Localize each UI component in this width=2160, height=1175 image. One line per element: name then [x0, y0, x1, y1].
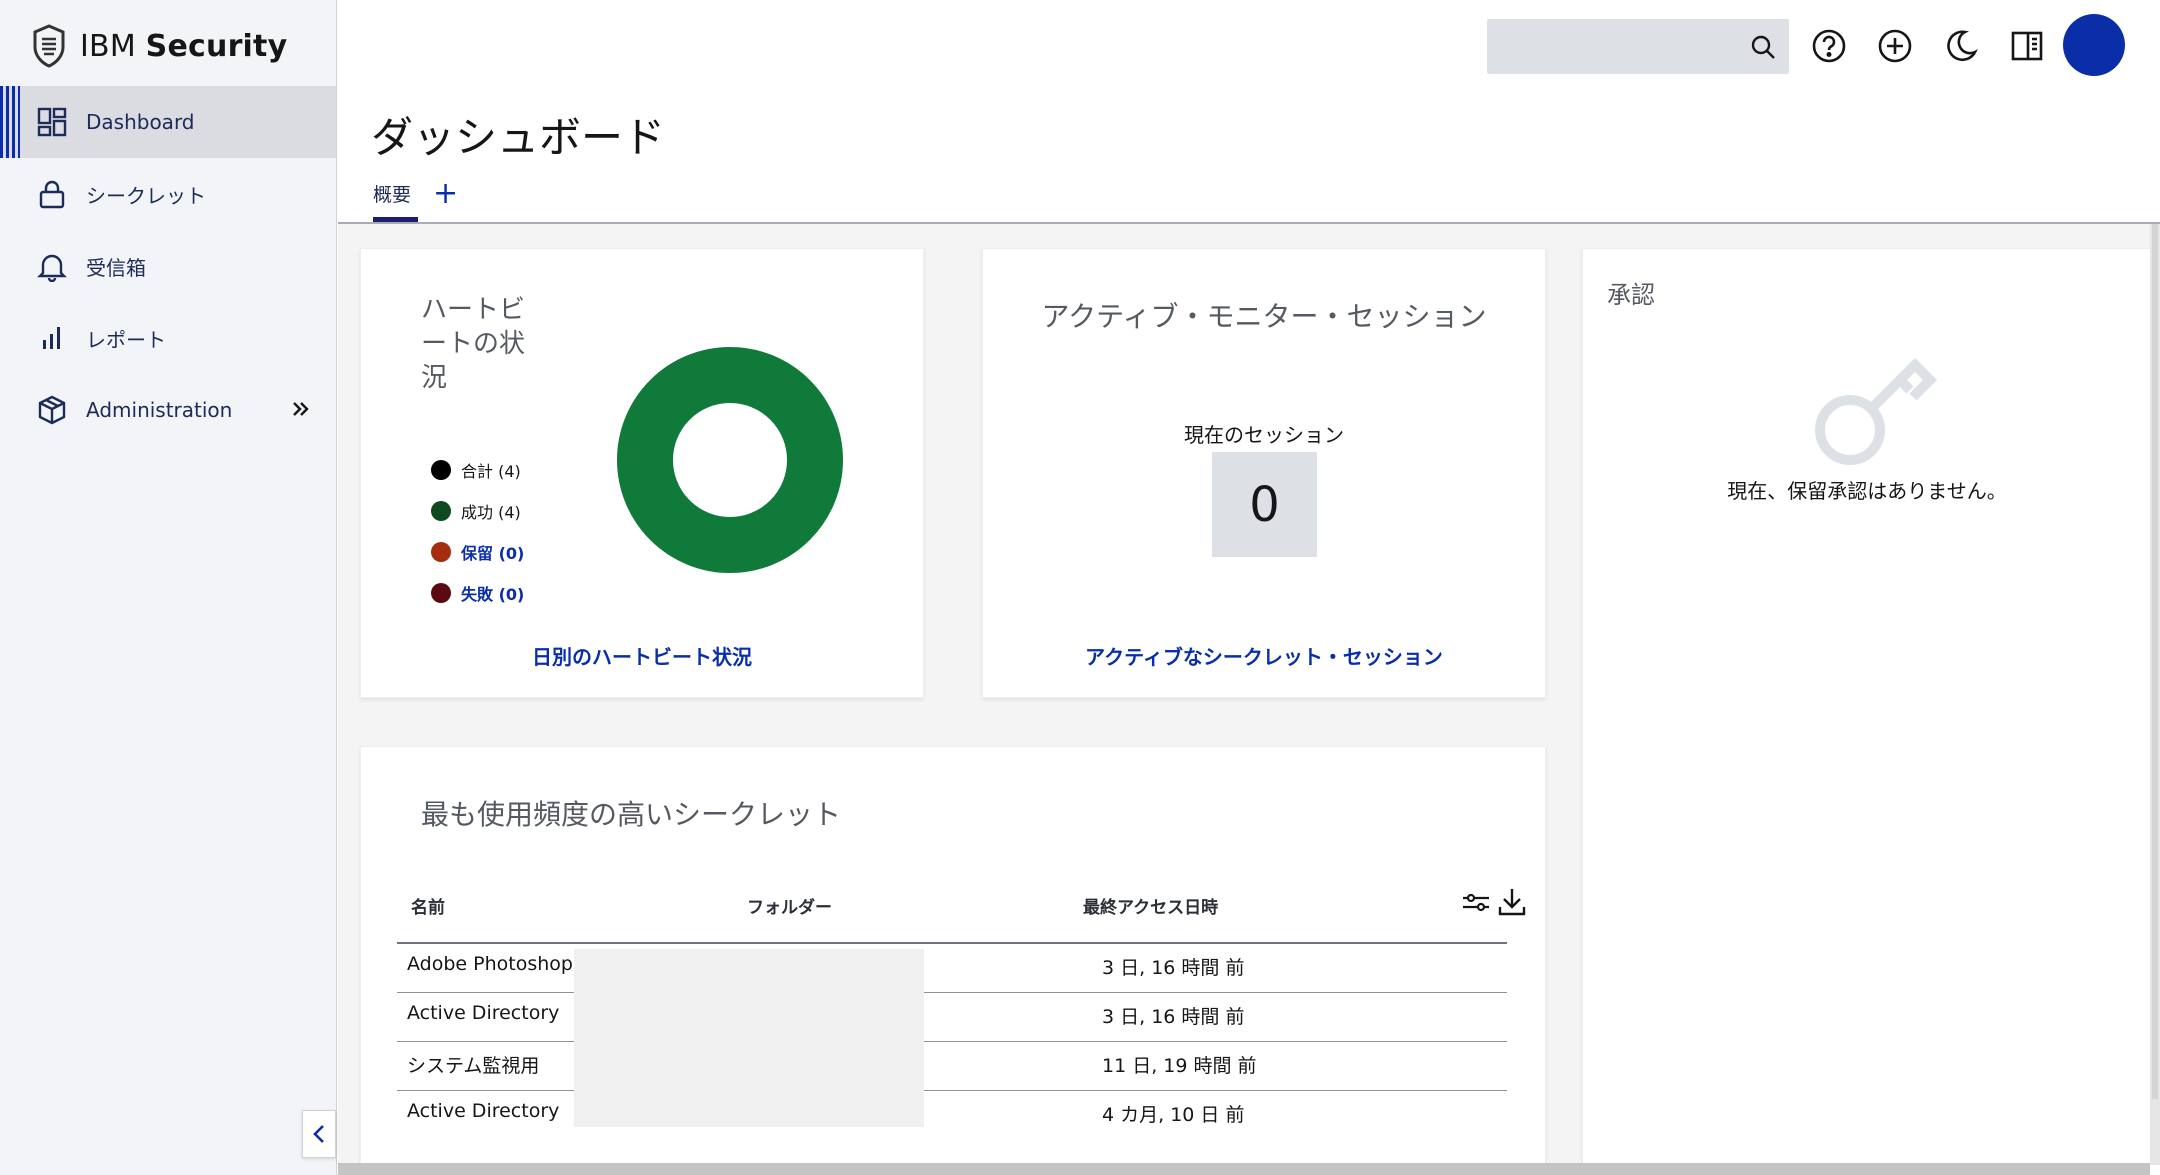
- horizontal-scrollbar[interactable]: [338, 1163, 2150, 1175]
- sidebar-item-secrets[interactable]: シークレット: [0, 158, 336, 230]
- cube-icon: [38, 395, 66, 425]
- brand-prefix: IBM: [80, 28, 136, 64]
- heartbeat-title-line: 況: [421, 363, 448, 393]
- legend-label: 合計 (4): [461, 461, 521, 481]
- current-session-count: 0: [1212, 452, 1317, 557]
- scrollbar-thumb[interactable]: [2152, 224, 2158, 1099]
- page-title: ダッシュボード: [371, 113, 666, 162]
- table-row-divider: [397, 1090, 1507, 1091]
- key-icon: [1815, 357, 1938, 465]
- sidebar-item-dashboard[interactable]: Dashboard: [0, 86, 336, 158]
- heartbeat-title-line: ートの状: [421, 329, 526, 359]
- active-secret-sessions-link[interactable]: アクティブなシークレット・セッション: [983, 641, 1545, 670]
- sidebar-item-administration[interactable]: Administration: [0, 374, 336, 446]
- redacted-region: [574, 949, 924, 1127]
- table-toolbar: [1460, 886, 1528, 918]
- brand-name: Security: [145, 28, 288, 64]
- tab-overview[interactable]: 概要: [373, 180, 411, 222]
- dashboard-icon: [37, 107, 67, 137]
- approvals-empty-message: 現在、保留承認はありません。: [1727, 479, 2007, 503]
- sidebar-item-reports[interactable]: レポート: [0, 302, 336, 374]
- filter-icon[interactable]: [1460, 886, 1492, 918]
- heartbeat-legend: 合計 (4) 成功 (4) 保留 (0) 失敗 (0): [431, 449, 524, 613]
- legend-dot: [431, 459, 451, 480]
- heartbeat-daily-link[interactable]: 日別のハートビート状況: [361, 641, 923, 670]
- approvals-card: 承認 現在、保留承認はありません。: [1582, 248, 2150, 1165]
- legend-dot: [431, 500, 451, 521]
- table-row-divider: [397, 992, 1507, 993]
- sidebar-item-label: 受信箱: [86, 255, 146, 280]
- sidebar-item-label: Administration: [86, 398, 233, 422]
- table-row-divider: [397, 1041, 1507, 1042]
- legend-label: 成功 (4): [461, 502, 521, 522]
- approvals-title: 承認: [1607, 281, 1655, 309]
- legend-label: 失敗 (0): [461, 584, 525, 604]
- add-icon[interactable]: [1876, 27, 1914, 65]
- sidebar-nav: Dashboard シークレット 受信箱 レポート Administration: [0, 86, 336, 446]
- lock-icon: [39, 180, 65, 209]
- legend-dot: [431, 582, 451, 603]
- chevron-left-icon: [313, 1125, 324, 1143]
- secret-name[interactable]: Active Directory: [407, 1100, 574, 1122]
- column-header-last-access[interactable]: 最終アクセス日時: [1083, 893, 1218, 918]
- sidebar-item-label: シークレット: [86, 183, 206, 208]
- donut-ring-success: [617, 347, 843, 573]
- legend-dot: [431, 541, 451, 562]
- sidebar: IBM Security Dashboard シークレット 受信箱 レポート A…: [0, 0, 337, 1175]
- top-secrets-card: 最も使用頻度の高いシークレット 名前 フォルダー 最終アクセス日時 Adobe …: [360, 746, 1546, 1165]
- heartbeat-title: ハートビ ートの状 況: [421, 293, 551, 395]
- secret-last-access: 3 日, 16 時間 前: [1102, 957, 1245, 979]
- legend-item-total[interactable]: 合計 (4): [431, 449, 524, 490]
- heartbeat-donut-chart: [617, 347, 843, 573]
- heartbeat-title-line: ハートビ: [421, 295, 526, 325]
- bell-icon: [37, 254, 67, 282]
- column-header-folder[interactable]: フォルダー: [747, 893, 832, 918]
- legend-label: 保留 (0): [461, 543, 525, 563]
- secret-name[interactable]: Active Directory: [407, 1002, 574, 1024]
- bar-chart-icon: [43, 327, 60, 349]
- active-monitor-title: アクティブ・モニター・セッション: [1041, 300, 1487, 333]
- moon-icon[interactable]: [1942, 27, 1980, 65]
- vertical-scrollbar[interactable]: [2150, 224, 2160, 1165]
- brand-text: IBM Security: [80, 29, 287, 64]
- sidebar-item-label: レポート: [86, 327, 166, 352]
- legend-item-failed[interactable]: 失敗 (0): [431, 572, 524, 613]
- sidebar-collapse-button[interactable]: [302, 1110, 336, 1158]
- legend-item-success[interactable]: 成功 (4): [431, 490, 524, 531]
- secret-name[interactable]: Adobe Photoshop: [407, 953, 574, 975]
- dashboard-content: ハートビ ートの状 況 合計 (4) 成功 (4) 保留 (0) 失敗 (0): [338, 224, 2150, 1165]
- sidebar-item-label: Dashboard: [86, 110, 195, 134]
- add-tab-button[interactable]: +: [433, 176, 458, 211]
- double-chevron-right-icon[interactable]: [288, 396, 314, 422]
- column-header-name[interactable]: 名前: [411, 893, 445, 918]
- secret-last-access: 4 カ月, 10 日 前: [1102, 1104, 1245, 1126]
- download-icon[interactable]: [1496, 886, 1528, 918]
- top-secrets-title: 最も使用頻度の高いシークレット: [421, 798, 842, 831]
- current-session-label: 現在のセッション: [1184, 423, 1344, 447]
- secret-name[interactable]: システム監視用: [407, 1051, 574, 1078]
- sidebar-item-inbox[interactable]: 受信箱: [0, 230, 336, 302]
- avatar[interactable]: [2063, 14, 2125, 76]
- secret-last-access: 3 日, 16 時間 前: [1102, 1006, 1245, 1028]
- table-header-divider: [397, 942, 1507, 944]
- ibm-shield-icon: [33, 24, 65, 68]
- brand-logo[interactable]: IBM Security: [30, 22, 287, 70]
- heartbeat-card: ハートビ ートの状 況 合計 (4) 成功 (4) 保留 (0) 失敗 (0): [360, 248, 924, 698]
- search-input[interactable]: [1487, 19, 1789, 74]
- secret-last-access: 11 日, 19 時間 前: [1102, 1055, 1257, 1077]
- help-icon[interactable]: [1810, 27, 1848, 65]
- active-monitor-card: アクティブ・モニター・セッション 現在のセッション 0 アクティブなシークレット…: [982, 248, 1546, 698]
- legend-item-pending[interactable]: 保留 (0): [431, 531, 524, 572]
- panel-icon[interactable]: [2008, 27, 2046, 65]
- search-icon: [1751, 35, 1775, 59]
